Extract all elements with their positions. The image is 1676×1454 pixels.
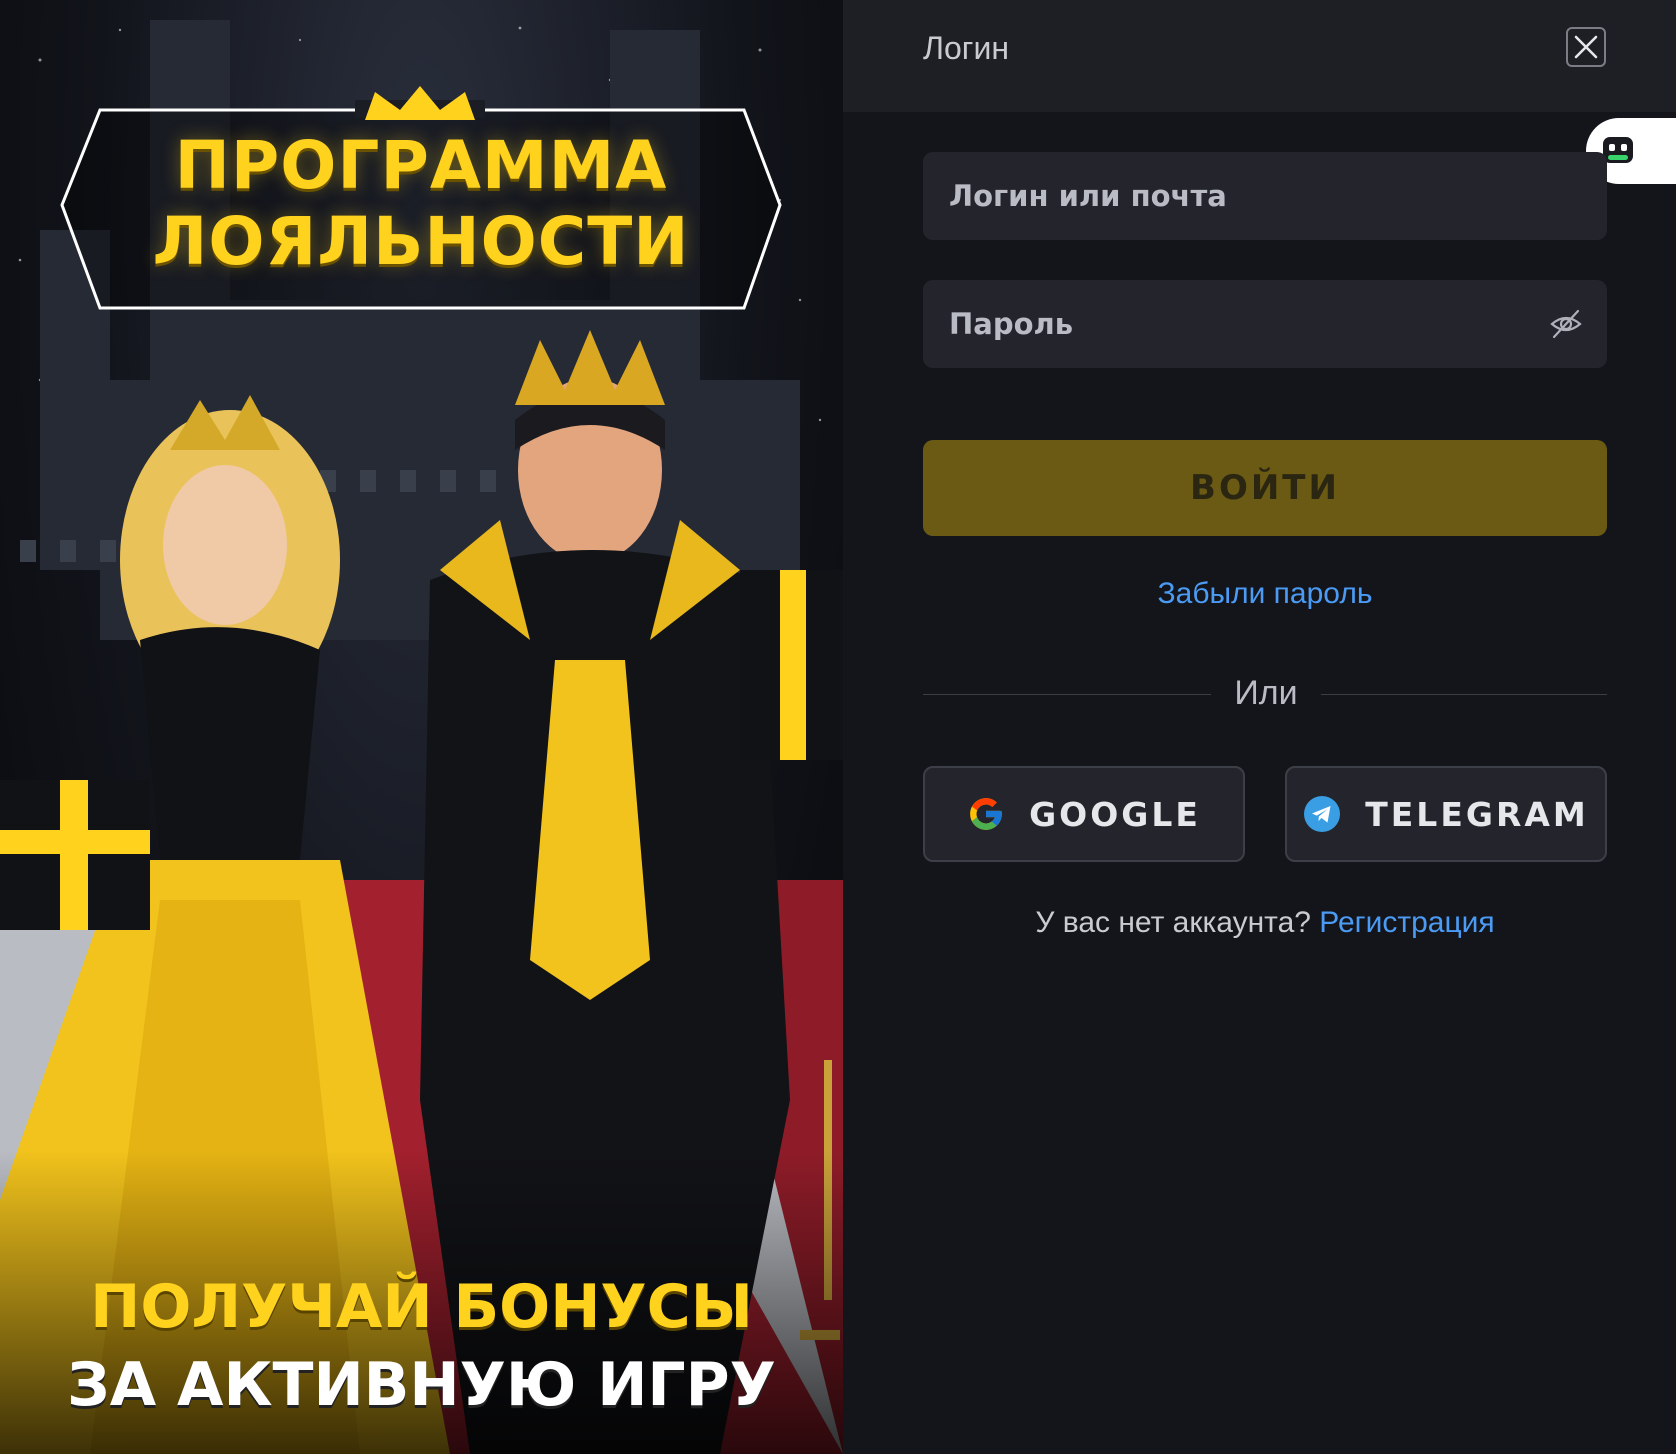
register-question: У вас нет аккаунта?: [1035, 906, 1311, 939]
login-modal: ПРОГРАММА ЛОЯЛЬНОСТИ ПОЛУЧАЙ БОНУСЫ ЗА А…: [0, 0, 1676, 1454]
close-button[interactable]: [1566, 27, 1606, 67]
google-login-button[interactable]: GOOGLE: [923, 766, 1245, 862]
promo-title: ПРОГРАММА ЛОЯЛЬНОСТИ: [62, 128, 780, 280]
promo-tagline: ПОЛУЧАЙ БОНУСЫ ЗА АКТИВНУЮ ИГРУ: [0, 1268, 843, 1424]
promo-tagline-line2: ЗА АКТИВНУЮ ИГРУ: [67, 1350, 776, 1420]
google-icon: [970, 798, 1002, 830]
forgot-password-link[interactable]: Забыли пароль: [923, 577, 1607, 611]
register-prompt: У вас нет аккаунта? Регистрация: [923, 906, 1607, 940]
register-link[interactable]: Регистрация: [1319, 906, 1494, 939]
login-submit-button[interactable]: ВОЙТИ: [923, 440, 1607, 536]
divider-line-right: [1321, 694, 1607, 695]
panel-header: Логин: [843, 0, 1676, 112]
loyalty-promo-banner: ПРОГРАММА ЛОЯЛЬНОСТИ ПОЛУЧАЙ БОНУСЫ ЗА А…: [0, 0, 843, 1454]
telegram-login-button[interactable]: TELEGRAM: [1285, 766, 1607, 862]
telegram-icon: [1304, 796, 1341, 832]
google-label: GOOGLE: [1029, 794, 1201, 834]
close-icon: [1574, 35, 1598, 59]
login-panel: Логин Логин или почта ВОЙТИ Забыли парол…: [843, 0, 1676, 1454]
password-field[interactable]: [923, 280, 1607, 368]
promo-tagline-line1: ПОЛУЧАЙ БОНУСЫ: [90, 1272, 753, 1342]
panel-title: Логин: [923, 30, 1010, 66]
divider-line-left: [923, 694, 1211, 695]
password-visibility-toggle[interactable]: [1549, 308, 1583, 340]
login-field[interactable]: [923, 152, 1607, 240]
telegram-label: TELEGRAM: [1365, 794, 1589, 834]
eye-off-icon: [1550, 309, 1582, 339]
password-input[interactable]: [923, 280, 1607, 368]
login-input[interactable]: [923, 152, 1607, 240]
divider-label: Или: [1234, 674, 1298, 712]
promo-title-line1: ПРОГРАММА: [174, 127, 668, 204]
promo-title-line2: ЛОЯЛЬНОСТИ: [152, 203, 690, 280]
